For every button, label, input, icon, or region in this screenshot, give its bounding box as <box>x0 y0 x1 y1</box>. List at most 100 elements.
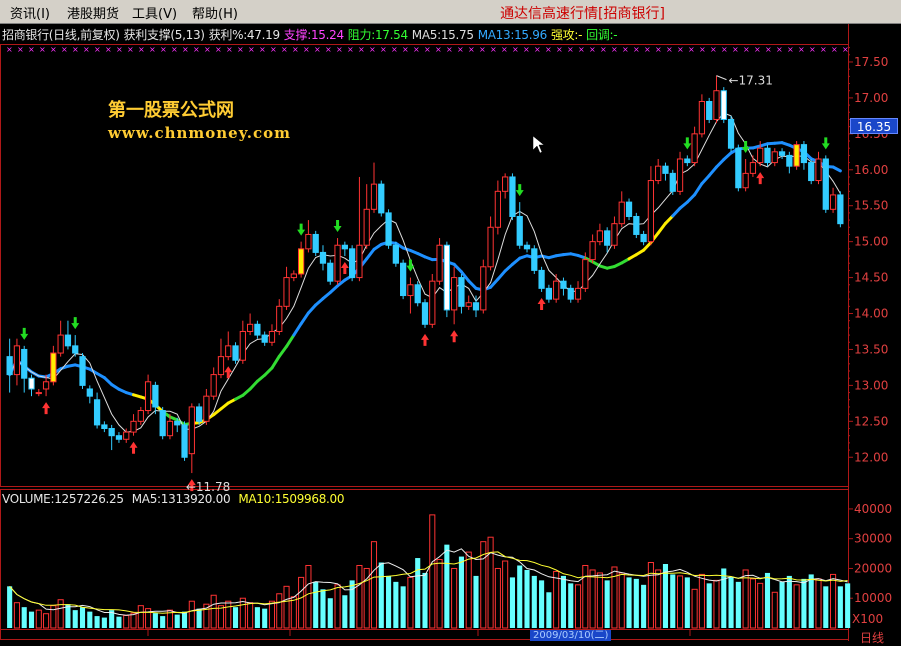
candle <box>590 234 595 263</box>
candle <box>65 321 70 350</box>
buy-signal-arrow <box>683 137 691 149</box>
ma13-value: MA13:15.96 <box>478 28 547 42</box>
volume-bar-up <box>831 574 836 628</box>
volume-bar-up <box>714 580 719 628</box>
candle <box>510 173 515 220</box>
signal-mark-top: × <box>138 45 145 54</box>
volume-bar-up <box>677 576 682 628</box>
volume-bar-down <box>780 582 785 628</box>
ma13-segment <box>702 176 709 184</box>
candle-body-up <box>371 184 376 209</box>
candle <box>619 191 624 227</box>
volume-bar-up <box>277 594 282 628</box>
candle <box>298 242 303 278</box>
candle-body-up <box>364 209 369 245</box>
candle-body-up <box>36 393 41 394</box>
candle-body-up <box>794 145 799 167</box>
candle-body-up <box>14 346 19 375</box>
volume-bar-up <box>495 568 500 628</box>
ma13-segment <box>695 184 702 195</box>
candle-body-up <box>590 242 595 260</box>
signal-mark-top: × <box>556 45 563 54</box>
candle <box>670 170 675 195</box>
sell-signal-arrow <box>421 334 429 346</box>
price-tick-label: 13.00 <box>854 378 888 392</box>
candle <box>342 242 347 256</box>
strong-attack-value: 强攻:- <box>551 28 582 42</box>
period-label: 日线 <box>860 629 884 646</box>
ma13-segment <box>367 249 374 258</box>
profit-value: 获利%:47.19 <box>209 28 280 42</box>
volume-bar-down <box>517 565 522 628</box>
ma13-segment <box>687 195 694 202</box>
volume-bar-up <box>750 579 755 628</box>
sell-signal-arrow <box>42 402 50 414</box>
ma5-line <box>10 113 841 432</box>
sell-signal-arrow <box>224 366 232 378</box>
candle <box>80 353 85 389</box>
candle-body-down <box>102 425 107 429</box>
signal-mark-top: × <box>776 45 783 54</box>
candle-body-down <box>473 303 478 310</box>
price-tick-label: 12.50 <box>854 414 888 428</box>
candle <box>218 339 223 379</box>
volume-bar-down <box>95 616 100 628</box>
volume-bar-up <box>619 573 624 628</box>
volume-bar-down <box>459 557 464 628</box>
candle-body-up <box>167 421 172 435</box>
candle-body-up <box>750 163 755 174</box>
resistance-value: 阻力:17.54 <box>348 28 408 42</box>
ma13-segment <box>644 242 651 250</box>
candle <box>495 181 500 235</box>
signal-mark-top: × <box>369 45 376 54</box>
volume-bar-up <box>692 589 697 628</box>
volume-bar-down <box>444 545 449 628</box>
candle <box>291 270 296 281</box>
candle <box>255 321 260 339</box>
candle-body-up <box>488 227 493 267</box>
signal-mark-top: × <box>39 45 46 54</box>
volume-bar-down <box>386 576 391 628</box>
candle-body-down <box>809 163 814 181</box>
candle <box>459 274 464 314</box>
signal-mark-top: × <box>94 45 101 54</box>
signal-mark-top: × <box>127 45 134 54</box>
signal-mark-top: × <box>347 45 354 54</box>
candle-body-down <box>663 166 668 173</box>
candle <box>182 421 187 461</box>
candle-body-down <box>539 270 544 288</box>
candle-body-down <box>823 159 828 209</box>
candle <box>109 425 114 450</box>
volume-bar-down <box>473 576 478 628</box>
candle <box>350 245 355 281</box>
volume-bar-down <box>510 577 515 628</box>
candle <box>787 152 792 174</box>
volume-bar-down <box>153 613 158 628</box>
candle <box>736 145 741 192</box>
candle-body-down <box>350 249 355 278</box>
candle <box>306 220 311 252</box>
candle-body-up <box>648 181 653 242</box>
candle <box>539 267 544 292</box>
volume-bar-down <box>22 607 27 628</box>
candle-body-down <box>561 281 566 288</box>
signal-mark-top: × <box>644 45 651 54</box>
ma13-segment <box>265 368 272 375</box>
watermark-url: www.chnmoney.com <box>108 124 291 142</box>
buy-signal-arrow <box>71 317 79 329</box>
candle <box>605 227 610 252</box>
candle-body-up <box>772 152 777 163</box>
signal-mark-top: × <box>50 45 57 54</box>
signal-mark-top: × <box>435 45 442 54</box>
volume-value: VOLUME:1257226.25 <box>2 492 124 506</box>
buy-signal-arrow <box>822 137 830 149</box>
candle-body-down <box>262 335 267 342</box>
candle <box>116 432 121 443</box>
candle <box>284 267 289 310</box>
signal-mark-top: × <box>28 45 35 54</box>
candle <box>153 382 158 414</box>
candle-body-up <box>597 231 602 242</box>
volume-bar-up <box>648 563 653 628</box>
candle <box>546 285 551 303</box>
candle-body-down <box>94 400 99 425</box>
